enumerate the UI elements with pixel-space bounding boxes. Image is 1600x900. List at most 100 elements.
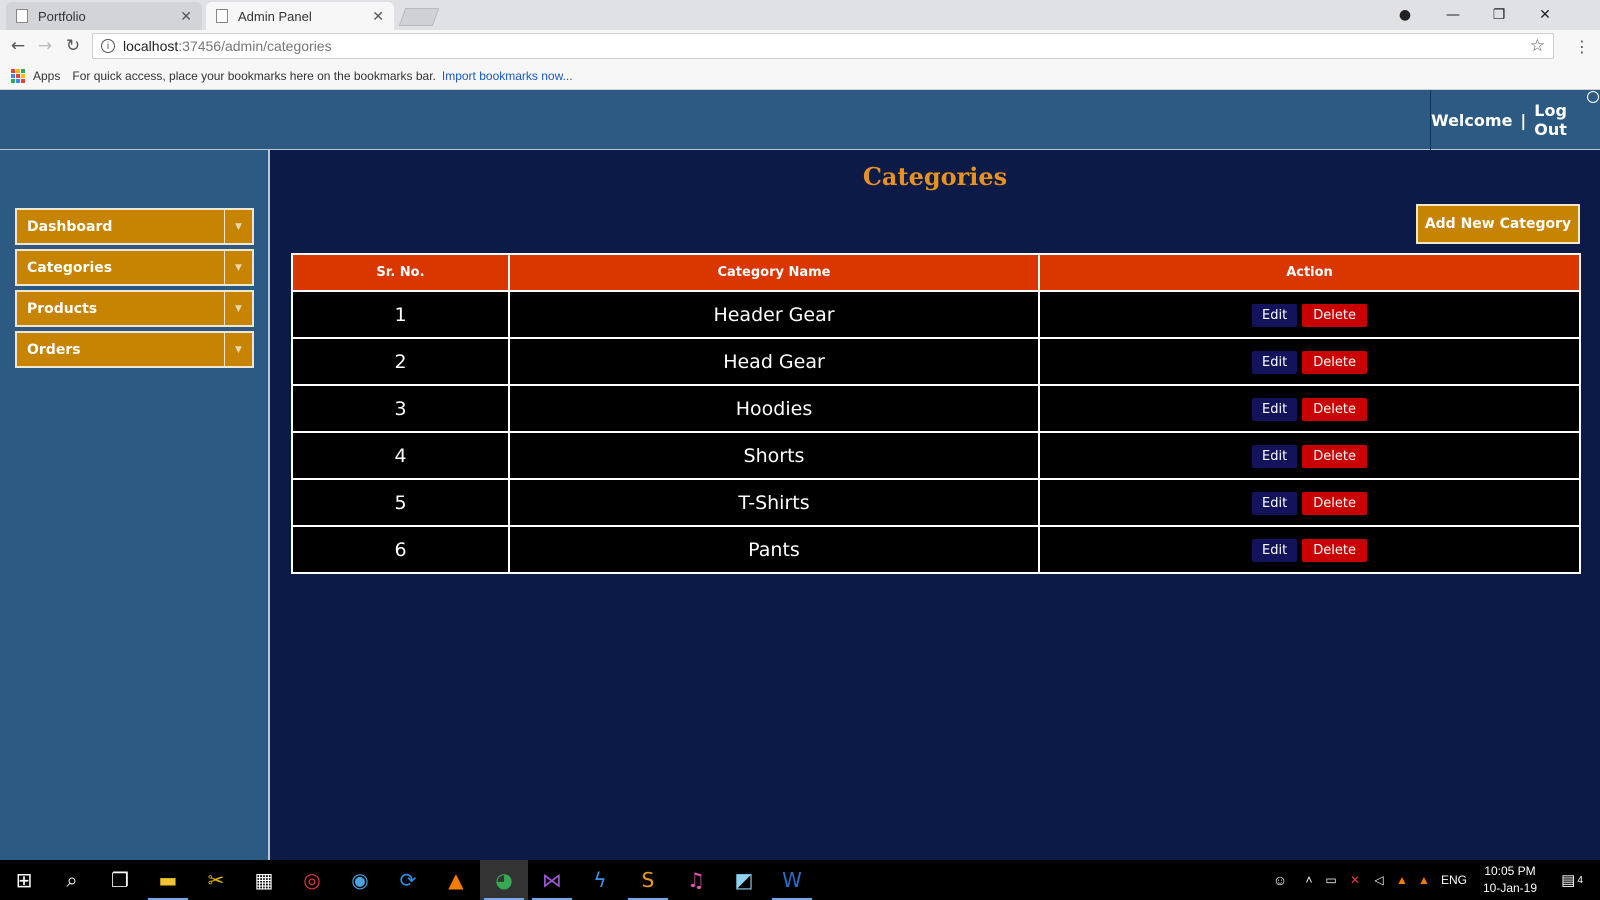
chrome-icon[interactable]: ◕ (480, 860, 528, 900)
reload-icon[interactable]: ↻ (61, 34, 85, 58)
clock[interactable]: 10:05 PM 10-Jan-19 (1480, 863, 1540, 897)
welcome-link[interactable]: Welcome (1431, 111, 1512, 130)
category-name-cell: Head Gear (510, 339, 1038, 384)
action-cell: Edit Delete (1040, 480, 1579, 525)
categories-table: Sr. No. Category Name Action 1 Header Ge… (291, 253, 1581, 574)
profile-icon[interactable]: ● (1382, 0, 1428, 30)
chevron-down-icon[interactable]: ▼ (224, 292, 252, 325)
chevron-down-icon[interactable]: ▼ (224, 333, 252, 366)
battery-icon[interactable]: ▭ (1320, 860, 1342, 900)
close-window-button[interactable]: ✕ (1522, 0, 1568, 30)
new-tab-button[interactable] (398, 8, 440, 26)
file-explorer-icon[interactable]: ▬ (144, 860, 192, 900)
edit-button[interactable]: Edit (1252, 304, 1298, 327)
bookmarks-hint: For quick access, place your bookmarks h… (72, 68, 436, 83)
word-icon[interactable]: W (768, 860, 816, 900)
delete-button[interactable]: Delete (1302, 445, 1367, 468)
sync-app-icon[interactable]: ⟳ (384, 860, 432, 900)
task-view-icon[interactable]: ❐ (96, 860, 144, 900)
network-icon[interactable]: ✕ (1344, 860, 1366, 900)
tools-app-icon[interactable]: ✂ (192, 860, 240, 900)
windows-start-icon[interactable]: ⊞ (0, 860, 48, 900)
sidebar-item-label: Products (27, 300, 98, 317)
vlc-tray-icon-2[interactable]: ▲ (1414, 860, 1434, 900)
add-new-category-button[interactable]: Add New Category (1416, 204, 1580, 244)
category-name-cell: Shorts (510, 433, 1038, 478)
chevron-up-icon[interactable]: ˄ (1300, 860, 1318, 900)
sr-no-cell: 4 (293, 433, 508, 478)
tab-portfolio[interactable]: Portfolio ✕ (6, 2, 202, 30)
close-icon[interactable]: ✕ (180, 8, 192, 25)
lightning-app-icon[interactable]: ϟ (576, 860, 624, 900)
sr-no-cell: 3 (293, 386, 508, 431)
import-bookmarks-link[interactable]: Import bookmarks now... (442, 69, 573, 83)
category-name-cell: Hoodies (510, 386, 1038, 431)
delete-button[interactable]: Delete (1302, 492, 1367, 515)
notification-count: 4 (1577, 874, 1583, 886)
circle-icon (1587, 91, 1599, 103)
sidebar-item-products[interactable]: Products ▼ (15, 290, 254, 327)
delete-button[interactable]: Delete (1302, 304, 1367, 327)
minimize-button[interactable]: — (1430, 0, 1476, 30)
category-name-cell: Pants (510, 527, 1038, 572)
address-bar[interactable]: i localhost:37456/admin/categories ☆ (92, 33, 1554, 59)
category-name-cell: T-Shirts (510, 480, 1038, 525)
action-center-icon[interactable]: ▤ 4 (1552, 860, 1592, 900)
sr-no-cell: 5 (293, 480, 508, 525)
browser-tabstrip: Portfolio ✕ Admin Panel ✕ ● — ❐ ✕ (0, 0, 1600, 30)
column-header-action: Action (1040, 255, 1579, 290)
visual-studio-icon[interactable]: ⋈ (528, 860, 576, 900)
vlc-tray-icon[interactable]: ▲ (1392, 860, 1412, 900)
page-title: Categories (862, 162, 1008, 191)
action-cell: Edit Delete (1040, 527, 1579, 572)
action-cell: Edit Delete (1040, 433, 1579, 478)
sublime-text-icon[interactable]: S (624, 860, 672, 900)
delete-button[interactable]: Delete (1302, 539, 1367, 562)
volume-muted-icon[interactable]: ◁ (1368, 860, 1390, 900)
recorder-app-icon[interactable]: ◎ (288, 860, 336, 900)
table-row: 6 Pants Edit Delete (293, 527, 1579, 572)
clock-date: 10-Jan-19 (1482, 881, 1538, 895)
tab-admin-panel[interactable]: Admin Panel ✕ (206, 2, 394, 30)
table-row: 2 Head Gear Edit Delete (293, 339, 1579, 384)
store-icon[interactable]: ▦ (240, 860, 288, 900)
chevron-down-icon[interactable]: ▼ (224, 210, 252, 243)
edit-button[interactable]: Edit (1252, 398, 1298, 421)
category-name-cell: Header Gear (510, 292, 1038, 337)
sidebar-item-categories[interactable]: Categories ▼ (15, 249, 254, 286)
network-app-icon[interactable]: ◉ (336, 860, 384, 900)
edit-button[interactable]: Edit (1252, 492, 1298, 515)
vlc-icon[interactable]: ▲ (432, 860, 480, 900)
table-row: 3 Hoodies Edit Delete (293, 386, 1579, 431)
info-icon[interactable]: i (101, 39, 115, 53)
language-indicator[interactable]: ENG (1436, 860, 1472, 900)
table-header-row: Sr. No. Category Name Action (293, 255, 1579, 290)
sidebar-item-label: Dashboard (27, 218, 113, 235)
table-row: 1 Header Gear Edit Delete (293, 292, 1579, 337)
browser-menu-icon[interactable]: ⋮ (1572, 34, 1592, 58)
chevron-down-icon[interactable]: ▼ (224, 251, 252, 284)
sidebar-item-orders[interactable]: Orders ▼ (15, 331, 254, 368)
edit-button[interactable]: Edit (1252, 539, 1298, 562)
itunes-icon[interactable]: ♫ (672, 860, 720, 900)
bookmark-star-icon[interactable]: ☆ (1530, 36, 1545, 56)
delete-button[interactable]: Delete (1302, 351, 1367, 374)
table-row: 5 T-Shirts Edit Delete (293, 480, 1579, 525)
people-icon[interactable]: ☺ (1268, 860, 1292, 900)
logout-link[interactable]: Log Out (1534, 101, 1584, 139)
edit-button[interactable]: Edit (1252, 351, 1298, 374)
page-icon (16, 9, 28, 23)
sidebar-item-dashboard[interactable]: Dashboard ▼ (15, 208, 254, 245)
back-icon[interactable]: ← (6, 34, 30, 58)
close-icon[interactable]: ✕ (372, 8, 384, 25)
notes-app-icon[interactable]: ◩ (720, 860, 768, 900)
apps-grid-icon[interactable] (11, 68, 25, 83)
restore-button[interactable]: ❐ (1476, 0, 1522, 30)
delete-button[interactable]: Delete (1302, 398, 1367, 421)
edit-button[interactable]: Edit (1252, 445, 1298, 468)
page-icon (216, 9, 228, 23)
search-icon[interactable]: ⌕ (48, 860, 96, 900)
forward-icon[interactable]: → (33, 34, 57, 58)
sidebar: Dashboard ▼ Categories ▼ Products ▼ Orde… (0, 150, 270, 860)
apps-label[interactable]: Apps (33, 69, 60, 83)
